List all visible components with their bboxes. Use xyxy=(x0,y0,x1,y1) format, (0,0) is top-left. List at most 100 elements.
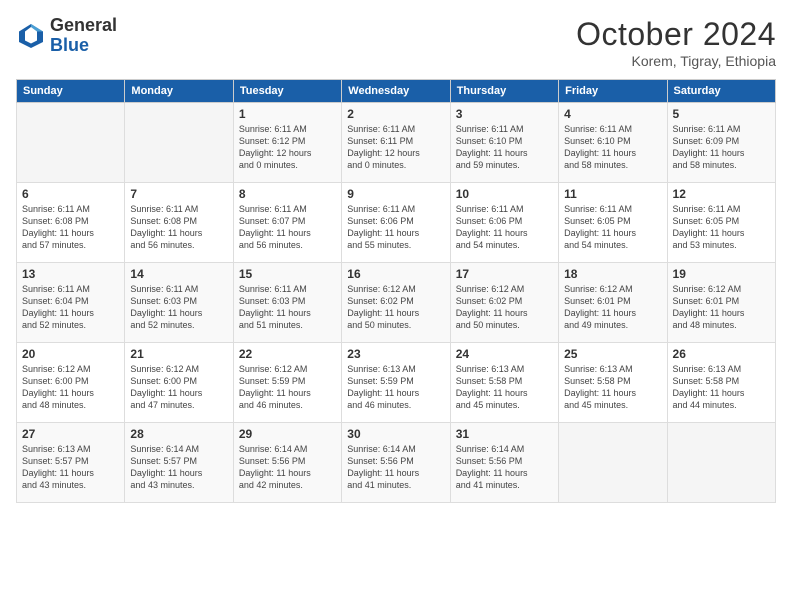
table-row: 28 Sunrise: 6:14 AM Sunset: 5:57 PM Dayli… xyxy=(125,423,233,503)
day-number: 14 xyxy=(130,267,227,281)
day-info: Sunrise: 6:12 AM Sunset: 6:02 PM Dayligh… xyxy=(456,283,553,332)
day-number: 18 xyxy=(564,267,661,281)
day-number: 15 xyxy=(239,267,336,281)
day-number: 19 xyxy=(673,267,770,281)
day-info: Sunrise: 6:12 AM Sunset: 6:02 PM Dayligh… xyxy=(347,283,444,332)
table-row: 16 Sunrise: 6:12 AM Sunset: 6:02 PM Dayli… xyxy=(342,263,450,343)
day-info: Sunrise: 6:14 AM Sunset: 5:56 PM Dayligh… xyxy=(239,443,336,492)
day-number: 20 xyxy=(22,347,119,361)
day-number: 31 xyxy=(456,427,553,441)
header-saturday: Saturday xyxy=(667,80,775,103)
day-number: 26 xyxy=(673,347,770,361)
day-info: Sunrise: 6:11 AM Sunset: 6:08 PM Dayligh… xyxy=(130,203,227,252)
calendar-week-row: 13 Sunrise: 6:11 AM Sunset: 6:04 PM Dayli… xyxy=(17,263,776,343)
table-row xyxy=(125,103,233,183)
calendar-week-row: 6Sunrise: 6:11 AM Sunset: 6:08 PM Daylig… xyxy=(17,183,776,263)
header-friday: Friday xyxy=(559,80,667,103)
header: General Blue October 2024 Korem, Tigray,… xyxy=(16,16,776,69)
day-number: 1 xyxy=(239,107,336,121)
table-row: 20 Sunrise: 6:12 AM Sunset: 6:00 PM Dayli… xyxy=(17,343,125,423)
table-row: 3 Sunrise: 6:11 AM Sunset: 6:10 PM Daylig… xyxy=(450,103,558,183)
day-number: 8 xyxy=(239,187,336,201)
table-row xyxy=(17,103,125,183)
table-row: 1 Sunrise: 6:11 AM Sunset: 6:12 PM Daylig… xyxy=(233,103,341,183)
table-row: 23 Sunrise: 6:13 AM Sunset: 5:59 PM Dayli… xyxy=(342,343,450,423)
table-row: 13 Sunrise: 6:11 AM Sunset: 6:04 PM Dayli… xyxy=(17,263,125,343)
table-row: 12 Sunrise: 6:11 AM Sunset: 6:05 PM Dayli… xyxy=(667,183,775,263)
table-row: 21 Sunrise: 6:12 AM Sunset: 6:00 PM Dayli… xyxy=(125,343,233,423)
table-row: 29 Sunrise: 6:14 AM Sunset: 5:56 PM Dayli… xyxy=(233,423,341,503)
logo: General Blue xyxy=(16,16,117,56)
table-row: 19Sunrise: 6:12 AM Sunset: 6:01 PM Dayli… xyxy=(667,263,775,343)
day-info: Sunrise: 6:14 AM Sunset: 5:56 PM Dayligh… xyxy=(456,443,553,492)
location-subtitle: Korem, Tigray, Ethiopia xyxy=(576,53,776,69)
day-number: 28 xyxy=(130,427,227,441)
table-row: 8Sunrise: 6:11 AM Sunset: 6:07 PM Daylig… xyxy=(233,183,341,263)
day-info: Sunrise: 6:11 AM Sunset: 6:04 PM Dayligh… xyxy=(22,283,119,332)
table-row: 18Sunrise: 6:12 AM Sunset: 6:01 PM Dayli… xyxy=(559,263,667,343)
day-number: 21 xyxy=(130,347,227,361)
day-number: 2 xyxy=(347,107,444,121)
header-monday: Monday xyxy=(125,80,233,103)
calendar-week-row: 27 Sunrise: 6:13 AM Sunset: 5:57 PM Dayli… xyxy=(17,423,776,503)
day-info: Sunrise: 6:11 AM Sunset: 6:10 PM Dayligh… xyxy=(564,123,661,172)
day-info: Sunrise: 6:11 AM Sunset: 6:10 PM Dayligh… xyxy=(456,123,553,172)
day-number: 10 xyxy=(456,187,553,201)
day-number: 7 xyxy=(130,187,227,201)
day-number: 29 xyxy=(239,427,336,441)
table-row: 24 Sunrise: 6:13 AM Sunset: 5:58 PM Dayli… xyxy=(450,343,558,423)
day-number: 24 xyxy=(456,347,553,361)
title-block: October 2024 Korem, Tigray, Ethiopia xyxy=(576,16,776,69)
day-number: 23 xyxy=(347,347,444,361)
day-info: Sunrise: 6:11 AM Sunset: 6:05 PM Dayligh… xyxy=(564,203,661,252)
day-number: 25 xyxy=(564,347,661,361)
header-tuesday: Tuesday xyxy=(233,80,341,103)
table-row: 30 Sunrise: 6:14 AM Sunset: 5:56 PM Dayli… xyxy=(342,423,450,503)
day-info: Sunrise: 6:11 AM Sunset: 6:12 PM Dayligh… xyxy=(239,123,336,172)
calendar-table: Sunday Monday Tuesday Wednesday Thursday… xyxy=(16,79,776,503)
day-info: Sunrise: 6:11 AM Sunset: 6:11 PM Dayligh… xyxy=(347,123,444,172)
table-row: 26Sunrise: 6:13 AM Sunset: 5:58 PM Dayli… xyxy=(667,343,775,423)
table-row: 11 Sunrise: 6:11 AM Sunset: 6:05 PM Dayli… xyxy=(559,183,667,263)
table-row: 6Sunrise: 6:11 AM Sunset: 6:08 PM Daylig… xyxy=(17,183,125,263)
table-row: 14Sunrise: 6:11 AM Sunset: 6:03 PM Dayli… xyxy=(125,263,233,343)
table-row: 22Sunrise: 6:12 AM Sunset: 5:59 PM Dayli… xyxy=(233,343,341,423)
day-info: Sunrise: 6:13 AM Sunset: 5:57 PM Dayligh… xyxy=(22,443,119,492)
table-row: 27 Sunrise: 6:13 AM Sunset: 5:57 PM Dayli… xyxy=(17,423,125,503)
day-info: Sunrise: 6:11 AM Sunset: 6:03 PM Dayligh… xyxy=(239,283,336,332)
table-row: 15 Sunrise: 6:11 AM Sunset: 6:03 PM Dayli… xyxy=(233,263,341,343)
day-number: 12 xyxy=(673,187,770,201)
day-info: Sunrise: 6:11 AM Sunset: 6:06 PM Dayligh… xyxy=(456,203,553,252)
day-info: Sunrise: 6:13 AM Sunset: 5:59 PM Dayligh… xyxy=(347,363,444,412)
day-number: 17 xyxy=(456,267,553,281)
day-number: 27 xyxy=(22,427,119,441)
month-title: October 2024 xyxy=(576,16,776,53)
logo-text: General Blue xyxy=(50,16,117,56)
day-info: Sunrise: 6:11 AM Sunset: 6:09 PM Dayligh… xyxy=(673,123,770,172)
page: General Blue October 2024 Korem, Tigray,… xyxy=(0,0,792,612)
table-row: 7 Sunrise: 6:11 AM Sunset: 6:08 PM Daylig… xyxy=(125,183,233,263)
day-number: 9 xyxy=(347,187,444,201)
table-row xyxy=(667,423,775,503)
day-info: Sunrise: 6:13 AM Sunset: 5:58 PM Dayligh… xyxy=(564,363,661,412)
day-number: 13 xyxy=(22,267,119,281)
day-info: Sunrise: 6:11 AM Sunset: 6:08 PM Dayligh… xyxy=(22,203,119,252)
day-number: 30 xyxy=(347,427,444,441)
day-info: Sunrise: 6:11 AM Sunset: 6:05 PM Dayligh… xyxy=(673,203,770,252)
day-number: 16 xyxy=(347,267,444,281)
day-info: Sunrise: 6:14 AM Sunset: 5:57 PM Dayligh… xyxy=(130,443,227,492)
table-row: 2 Sunrise: 6:11 AM Sunset: 6:11 PM Daylig… xyxy=(342,103,450,183)
day-number: 11 xyxy=(564,187,661,201)
day-number: 3 xyxy=(456,107,553,121)
day-info: Sunrise: 6:12 AM Sunset: 6:00 PM Dayligh… xyxy=(130,363,227,412)
header-wednesday: Wednesday xyxy=(342,80,450,103)
calendar-week-row: 20 Sunrise: 6:12 AM Sunset: 6:00 PM Dayli… xyxy=(17,343,776,423)
day-info: Sunrise: 6:12 AM Sunset: 6:00 PM Dayligh… xyxy=(22,363,119,412)
table-row: 25 Sunrise: 6:13 AM Sunset: 5:58 PM Dayli… xyxy=(559,343,667,423)
table-row: 9 Sunrise: 6:11 AM Sunset: 6:06 PM Daylig… xyxy=(342,183,450,263)
header-thursday: Thursday xyxy=(450,80,558,103)
day-info: Sunrise: 6:11 AM Sunset: 6:06 PM Dayligh… xyxy=(347,203,444,252)
day-info: Sunrise: 6:14 AM Sunset: 5:56 PM Dayligh… xyxy=(347,443,444,492)
table-row: 5Sunrise: 6:11 AM Sunset: 6:09 PM Daylig… xyxy=(667,103,775,183)
day-info: Sunrise: 6:13 AM Sunset: 5:58 PM Dayligh… xyxy=(456,363,553,412)
